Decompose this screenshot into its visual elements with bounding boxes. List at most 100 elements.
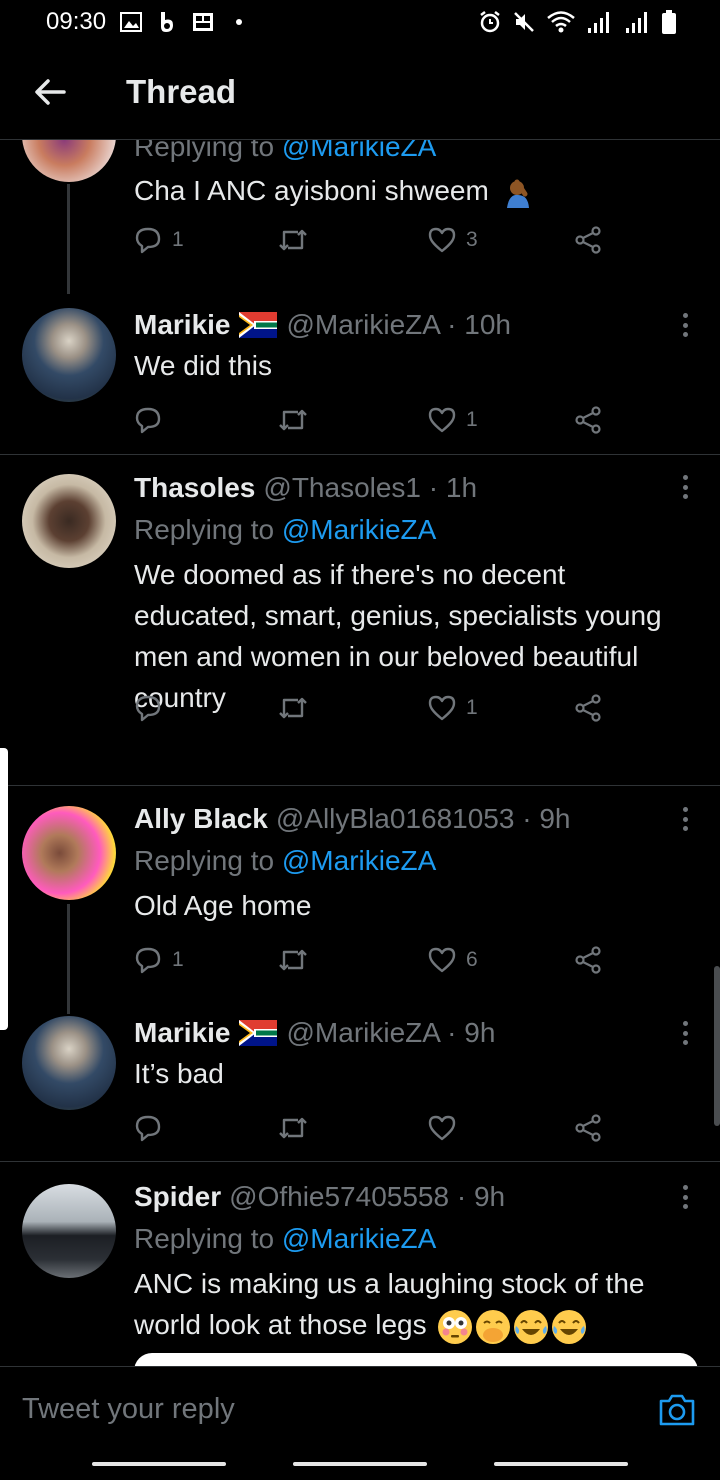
heart-icon	[428, 407, 456, 433]
author-handle[interactable]: @MarikieZA · 9h	[287, 1012, 496, 1053]
divider	[0, 1161, 720, 1162]
mention-link[interactable]: @MarikieZA	[282, 140, 436, 162]
reply-icon	[135, 947, 161, 974]
share-icon	[575, 226, 601, 254]
author-handle[interactable]: @Ofhie57405558 · 9h	[229, 1176, 505, 1217]
share-icon	[575, 694, 601, 722]
reply-composer[interactable]: Tweet your reply	[0, 1366, 720, 1456]
more-options-button[interactable]	[680, 310, 690, 340]
avatar[interactable]	[22, 1184, 116, 1278]
flushed-face-emoji-icon	[438, 1309, 473, 1344]
status-time: 09:30	[46, 8, 107, 35]
back-button[interactable]	[20, 62, 80, 122]
author-handle[interactable]: @MarikieZA · 10h	[287, 304, 512, 345]
reply-icon	[135, 227, 161, 254]
heart-icon	[428, 227, 456, 253]
signal-icon	[626, 12, 647, 33]
retweet-button[interactable]	[278, 227, 318, 253]
south-africa-flag-icon	[238, 311, 277, 338]
mention-link[interactable]: @MarikieZA	[282, 514, 436, 545]
share-button[interactable]	[574, 694, 602, 722]
retweet-button[interactable]	[278, 695, 318, 721]
divider	[0, 785, 720, 786]
more-dots-icon	[682, 807, 688, 812]
like-button[interactable]: 3	[428, 227, 478, 253]
tweet[interactable]: Marikie @MarikieZA · 9h It’s bad	[0, 1008, 720, 1160]
nav-back-button[interactable]	[494, 1462, 628, 1466]
replying-to: Replying to @MarikieZA	[134, 1223, 437, 1254]
facepalm-emoji-icon	[503, 178, 533, 208]
avatar[interactable]	[22, 474, 116, 568]
share-icon	[575, 946, 601, 974]
reply-icon	[135, 1115, 161, 1142]
tears-of-joy-emoji-icon	[514, 1309, 549, 1344]
share-icon	[575, 1114, 601, 1142]
share-button[interactable]	[574, 226, 602, 254]
author-handle[interactable]: @AllyBla01681053 · 9h	[276, 798, 571, 839]
share-icon	[575, 406, 601, 434]
reply-button[interactable]	[134, 406, 172, 434]
reply-button[interactable]	[134, 1114, 172, 1142]
tweet[interactable]: Replying to @MarikieZA Cha I ANC ayisbon…	[0, 140, 720, 300]
tweet-actions	[134, 1108, 614, 1148]
retweet-icon	[279, 229, 307, 251]
like-button[interactable]	[428, 1115, 466, 1141]
share-button[interactable]	[574, 946, 602, 974]
like-button[interactable]: 6	[428, 947, 478, 973]
more-options-button[interactable]	[680, 472, 690, 502]
edge-panel-handle[interactable]	[0, 748, 8, 1030]
more-options-button[interactable]	[680, 804, 690, 834]
tweet[interactable]: Spider @Ofhie57405558 · 9h Replying to @M…	[0, 1170, 720, 1365]
status-right-icons	[478, 10, 676, 34]
tweet-text: It’s bad	[134, 1058, 224, 1089]
heart-icon	[428, 1115, 456, 1141]
divider	[0, 454, 720, 455]
thread-connector	[67, 904, 70, 1014]
avatar[interactable]	[22, 1016, 116, 1110]
more-dots-icon	[682, 475, 688, 480]
share-button[interactable]	[574, 1114, 602, 1142]
retweet-button[interactable]	[278, 1115, 318, 1141]
like-button[interactable]: 1	[428, 407, 478, 433]
reply-button[interactable]: 1	[134, 946, 184, 974]
hand-over-mouth-emoji-icon	[476, 1309, 511, 1344]
tweet-text: ANC is making us a laughing stock of the…	[134, 1263, 680, 1345]
reply-icon	[135, 407, 161, 434]
more-options-button[interactable]	[680, 1018, 690, 1048]
heart-icon	[428, 947, 456, 973]
author-name[interactable]: Thasoles	[134, 467, 255, 508]
tweet-actions: 1	[134, 688, 614, 728]
nav-recents-button[interactable]	[92, 1462, 226, 1466]
author-handle[interactable]: @Thasoles1 · 1h	[263, 467, 477, 508]
tweet[interactable]: Marikie @MarikieZA · 10h We did this 1	[0, 300, 720, 454]
app-notification-icon	[192, 12, 214, 32]
retweet-button[interactable]	[278, 407, 318, 433]
replying-to: Replying to @MarikieZA	[134, 514, 437, 545]
camera-button[interactable]	[658, 1393, 696, 1427]
share-button[interactable]	[574, 406, 602, 434]
scrollbar-thumb[interactable]	[714, 966, 720, 1126]
mention-link[interactable]: @MarikieZA	[282, 845, 436, 876]
retweet-button[interactable]	[278, 947, 318, 973]
avatar[interactable]	[22, 308, 116, 402]
more-dots-icon	[682, 1021, 688, 1026]
thread-feed[interactable]: Replying to @MarikieZA Cha I ANC ayisbon…	[0, 140, 720, 1365]
author-name[interactable]: Marikie	[134, 304, 231, 345]
tweet[interactable]: Thasoles @Thasoles1 · 1h Replying to @Mar…	[0, 462, 720, 784]
reply-input[interactable]: Tweet your reply	[22, 1393, 235, 1426]
nav-home-button[interactable]	[293, 1462, 427, 1466]
tweet[interactable]: Ally Black @AllyBla01681053 · 9h Replying…	[0, 792, 720, 1014]
author-name[interactable]: Marikie	[134, 1012, 231, 1053]
more-options-button[interactable]	[680, 1182, 690, 1212]
thread-connector	[67, 184, 70, 294]
avatar[interactable]	[22, 806, 116, 900]
avatar[interactable]	[22, 140, 116, 182]
reply-button[interactable]: 1	[134, 226, 184, 254]
mention-link[interactable]: @MarikieZA	[282, 1223, 436, 1254]
author-name[interactable]: Ally Black	[134, 798, 268, 839]
author-name[interactable]: Spider	[134, 1176, 221, 1217]
tweet-actions: 1 6	[134, 940, 614, 980]
reply-button[interactable]	[134, 694, 172, 722]
battery-icon	[662, 10, 676, 34]
like-button[interactable]: 1	[428, 695, 478, 721]
